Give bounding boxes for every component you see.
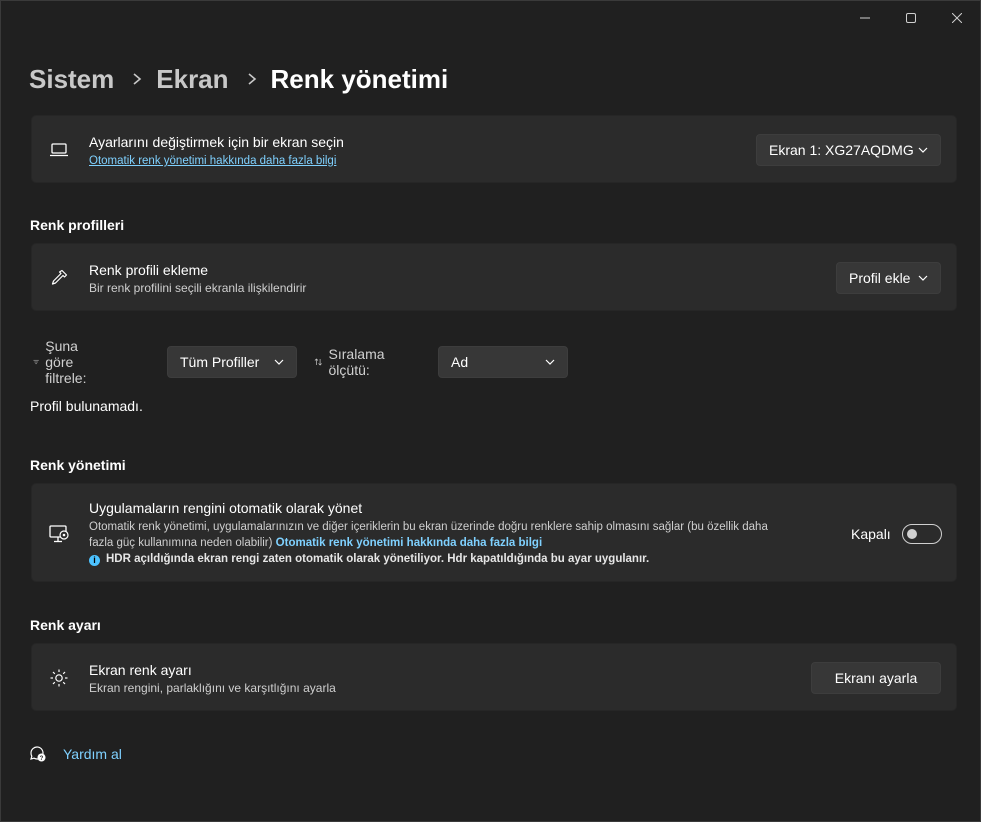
sort-dropdown[interactable]: Ad	[438, 346, 568, 378]
hdr-info-text: HDR açıldığında ekran rengi zaten otomat…	[106, 553, 650, 565]
filter-label-wrap: Şuna göre filtrele:	[33, 338, 94, 386]
svg-text:?: ?	[40, 756, 44, 762]
breadcrumb-item-sistem[interactable]: Sistem	[29, 64, 114, 95]
filter-dropdown[interactable]: Tüm Profiller	[167, 346, 297, 378]
calibration-title: Ekran renk ayarı	[89, 662, 192, 678]
section-title-management: Renk yönetimi	[30, 457, 126, 473]
add-profile-button-label: Profil ekle	[849, 270, 911, 286]
calibration-card: Ekran renk ayarı Ekran rengini, parlaklı…	[31, 643, 957, 711]
help-row[interactable]: ? Yardım al	[29, 743, 122, 765]
section-title-calibration: Renk ayarı	[30, 617, 101, 633]
toggle-state-label: Kapalı	[851, 526, 891, 542]
add-profile-button[interactable]: Profil ekle	[836, 262, 941, 294]
sort-icon	[314, 358, 322, 366]
sort-value: Ad	[451, 354, 469, 370]
chevron-right-icon	[132, 72, 142, 86]
auto-color-info-link[interactable]: Otomatik renk yönetimi hakkında daha faz…	[276, 537, 542, 549]
maximize-button[interactable]	[888, 1, 934, 35]
auto-color-desc-line2: fazla güç kullanımına neden olabilir)	[89, 537, 273, 549]
calibration-subtitle: Ekran rengini, parlaklığını ve karşıtlığ…	[89, 681, 336, 695]
help-icon: ?	[30, 746, 46, 762]
auto-color-title: Uygulamaların rengini otomatik olarak yö…	[89, 500, 363, 516]
settings-window: Sistem Ekran Renk yönetimi Ayarlarını de…	[0, 0, 981, 822]
chevron-down-icon	[918, 147, 928, 153]
add-profile-card: Renk profili ekleme Bir renk profilini s…	[31, 243, 957, 311]
title-bar-controls	[842, 1, 980, 35]
sort-label: Sıralama ölçütü:	[328, 346, 385, 378]
chevron-down-icon	[545, 359, 555, 365]
display-select-title: Ayarlarını değiştirmek için bir ekran se…	[89, 134, 344, 150]
close-button[interactable]	[934, 1, 980, 35]
help-link[interactable]: Yardım al	[63, 746, 122, 762]
minimize-button[interactable]	[842, 1, 888, 35]
page-title: Renk yönetimi	[270, 63, 449, 94]
hdr-info-row: i HDR açıldığında ekran rengi zaten otoma…	[89, 553, 649, 566]
maximize-icon	[906, 13, 916, 23]
minimize-icon	[860, 17, 870, 19]
filter-label: Şuna göre filtrele:	[45, 338, 87, 386]
laptop-icon	[48, 139, 70, 161]
chevron-down-icon	[918, 275, 928, 281]
section-title-profiles: Renk profilleri	[30, 217, 125, 233]
add-profile-subtitle: Bir renk profilini seçili ekranla ilişki…	[89, 281, 307, 295]
display-select-value: Ekran 1: XG27AQDMG	[769, 142, 914, 158]
chevron-down-icon	[274, 359, 284, 365]
filter-value: Tüm Profiller	[180, 354, 260, 370]
breadcrumb-item-ekran[interactable]: Ekran	[156, 64, 228, 95]
display-select-link-wrap: Otomatik renk yönetimi hakkında daha faz…	[89, 153, 336, 167]
auto-color-toggle[interactable]	[902, 524, 942, 544]
display-select-card: Ayarlarını değiştirmek için bir ekran se…	[31, 115, 957, 183]
sort-label-wrap: Sıralama ölçütü:	[314, 346, 390, 378]
auto-color-desc-line1: Otomatik renk yönetimi, uygulamalarınızı…	[89, 521, 768, 533]
toggle-knob	[907, 529, 917, 539]
eyedropper-icon	[48, 267, 70, 289]
auto-color-description: Otomatik renk yönetimi, uygulamalarınızı…	[89, 519, 829, 551]
no-profiles-text: Profil bulunamadı.	[30, 398, 143, 414]
info-icon: i	[89, 554, 100, 566]
display-select-dropdown[interactable]: Ekran 1: XG27AQDMG	[756, 134, 941, 166]
brightness-icon	[48, 667, 70, 689]
calibrate-display-button[interactable]: Ekranı ayarla	[811, 662, 941, 694]
close-icon	[952, 13, 962, 23]
add-profile-title: Renk profili ekleme	[89, 262, 209, 278]
auto-color-management-card: Uygulamaların rengini otomatik olarak yö…	[31, 483, 957, 582]
chevron-right-icon	[247, 72, 257, 86]
color-management-info-link[interactable]: Otomatik renk yönetimi hakkında daha faz…	[89, 155, 336, 167]
breadcrumb: Sistem Ekran Renk yönetimi	[29, 61, 448, 97]
filter-icon	[33, 359, 39, 365]
display-color-icon	[48, 523, 70, 545]
